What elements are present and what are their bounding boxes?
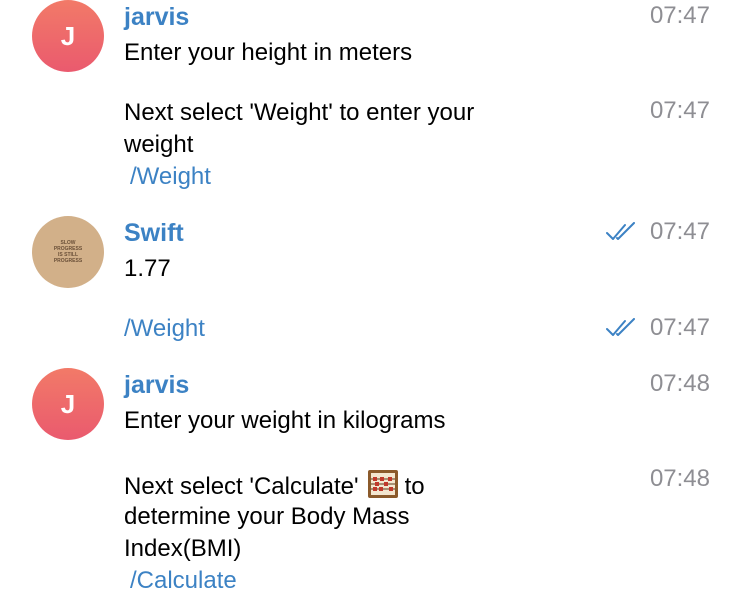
message-text-line: determine your Body Mass xyxy=(124,503,410,530)
avatar-swift[interactable]: SLOW PROGRESS IS STILL PROGRESS xyxy=(32,216,104,288)
read-checkmarks-icon xyxy=(606,222,635,240)
message-text-line: weight xyxy=(124,131,194,158)
abacus-icon xyxy=(367,470,398,498)
command-link-weight[interactable]: /Weight xyxy=(124,315,205,342)
message-text-segment: Next select 'Calculate' xyxy=(124,473,359,500)
avatar-letter: J xyxy=(60,388,76,419)
avatar-jarvis[interactable]: J xyxy=(32,0,104,72)
message-time: 07:47 xyxy=(649,314,710,341)
message-text: Enter your weight in kilograms xyxy=(124,407,446,434)
message-time: 07:48 xyxy=(649,465,710,492)
sender-name[interactable]: Swift xyxy=(124,217,184,249)
read-checkmarks-icon xyxy=(606,318,635,336)
message-text: 1.77 xyxy=(124,255,171,282)
message-time: 07:48 xyxy=(649,370,710,397)
message-time: 07:47 xyxy=(649,2,710,29)
message-text: Enter your height in meters xyxy=(124,39,413,66)
sender-name[interactable]: jarvis xyxy=(124,1,189,33)
message-text-line: Index(BMI) xyxy=(124,535,242,562)
command-link-weight[interactable]: /Weight xyxy=(124,163,211,190)
message-text-segment: to xyxy=(404,473,425,500)
command-row: /Weight xyxy=(124,161,211,193)
message-time: 07:47 xyxy=(649,218,710,245)
avatar-letter: J xyxy=(60,20,76,51)
message-text-line: Next select 'Calculate' to xyxy=(124,469,425,503)
message-text-line: Next select 'Weight' to enter your xyxy=(124,99,475,126)
avatar-jarvis[interactable]: J xyxy=(32,368,104,440)
avatar-caption-line: PROGRESS xyxy=(53,258,83,264)
command-row: /Weight xyxy=(124,313,205,345)
message-time: 07:47 xyxy=(649,97,710,124)
sender-name[interactable]: jarvis xyxy=(124,369,189,401)
command-row: /Calculate xyxy=(124,565,237,597)
command-link-calculate[interactable]: /Calculate xyxy=(124,567,237,594)
